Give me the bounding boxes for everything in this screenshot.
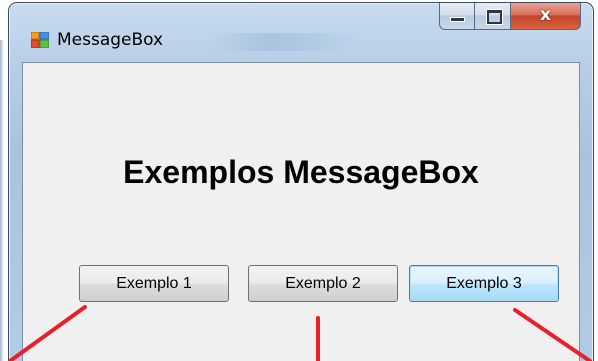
close-button[interactable]: x <box>511 3 581 30</box>
window-title: MessageBox <box>57 30 164 50</box>
form-client-area: Exemplos MessageBox Exemplo 1 Exemplo 2 … <box>22 62 580 361</box>
maximize-button[interactable] <box>475 3 511 30</box>
form-app-icon[interactable] <box>30 31 50 49</box>
background-window-edge <box>0 40 4 361</box>
form-heading-label: Exemplos MessageBox <box>123 154 479 190</box>
exemplo-1-button[interactable]: Exemplo 1 <box>79 265 229 302</box>
minimize-button[interactable] <box>439 3 475 30</box>
exemplo-3-button[interactable]: Exemplo 3 <box>409 265 559 302</box>
title-bar[interactable]: MessageBox x <box>9 3 593 63</box>
caption-buttons: x <box>439 3 581 31</box>
exemplo-2-button[interactable]: Exemplo 2 <box>248 265 398 302</box>
minimize-icon <box>451 18 464 21</box>
close-icon: x <box>540 5 551 25</box>
messagebox-window: MessageBox x Exemplos MessageBox Exemplo… <box>8 2 594 361</box>
title-blur-region <box>209 33 359 51</box>
maximize-icon <box>487 10 502 24</box>
screenshot-stage: MessageBox x Exemplos MessageBox Exemplo… <box>0 0 598 361</box>
